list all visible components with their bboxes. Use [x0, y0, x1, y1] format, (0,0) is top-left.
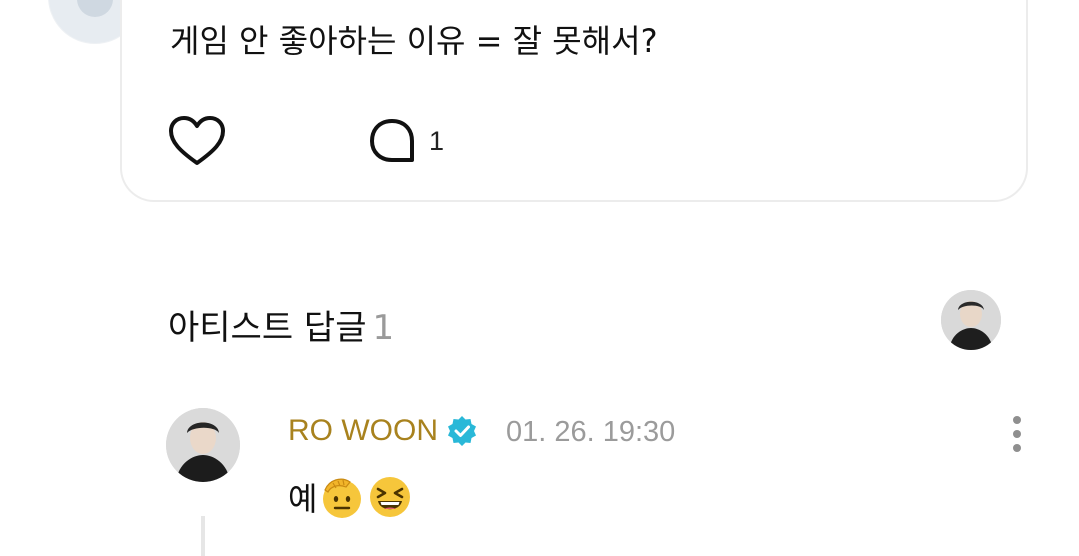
artist-replies-header: 아티스트 답글 1: [168, 300, 394, 349]
artist-avatar-small[interactable]: [941, 290, 1001, 350]
reply-author[interactable]: RO WOON: [288, 414, 478, 448]
comment-button[interactable]: 1: [367, 114, 444, 168]
artist-photo: [166, 408, 240, 482]
grinning-squinting-face-emoji: [370, 477, 411, 517]
like-button[interactable]: [167, 114, 227, 168]
post-card: 게임 안 좋아하는 이유 = 잘 못해서? 1: [120, 0, 1028, 202]
speech-bubble-outline-icon: [370, 119, 414, 162]
reply-text: 예: [288, 480, 318, 518]
reply-content: 예: [288, 474, 413, 520]
verified-badge-icon: [448, 416, 476, 446]
artist-replies-title: 아티스트 답글: [168, 308, 367, 348]
saluting-face-emoji: [323, 478, 362, 518]
thread-line: [201, 516, 205, 556]
reply-author-name: RO WOON: [288, 414, 438, 447]
reply-author-avatar[interactable]: [166, 408, 240, 482]
default-avatar-icon: [77, 0, 113, 17]
more-options-button[interactable]: [1002, 412, 1032, 456]
vertical-dots-icon: [1013, 416, 1021, 424]
artist-replies-count: 1: [372, 308, 395, 348]
heart-outline-icon: [169, 116, 225, 165]
comment-count: 1: [429, 125, 445, 156]
post-text: 게임 안 좋아하는 이유 = 잘 못해서?: [170, 22, 658, 60]
reply-timestamp: 01. 26. 19:30: [506, 416, 676, 448]
artist-photo: [941, 290, 1001, 350]
